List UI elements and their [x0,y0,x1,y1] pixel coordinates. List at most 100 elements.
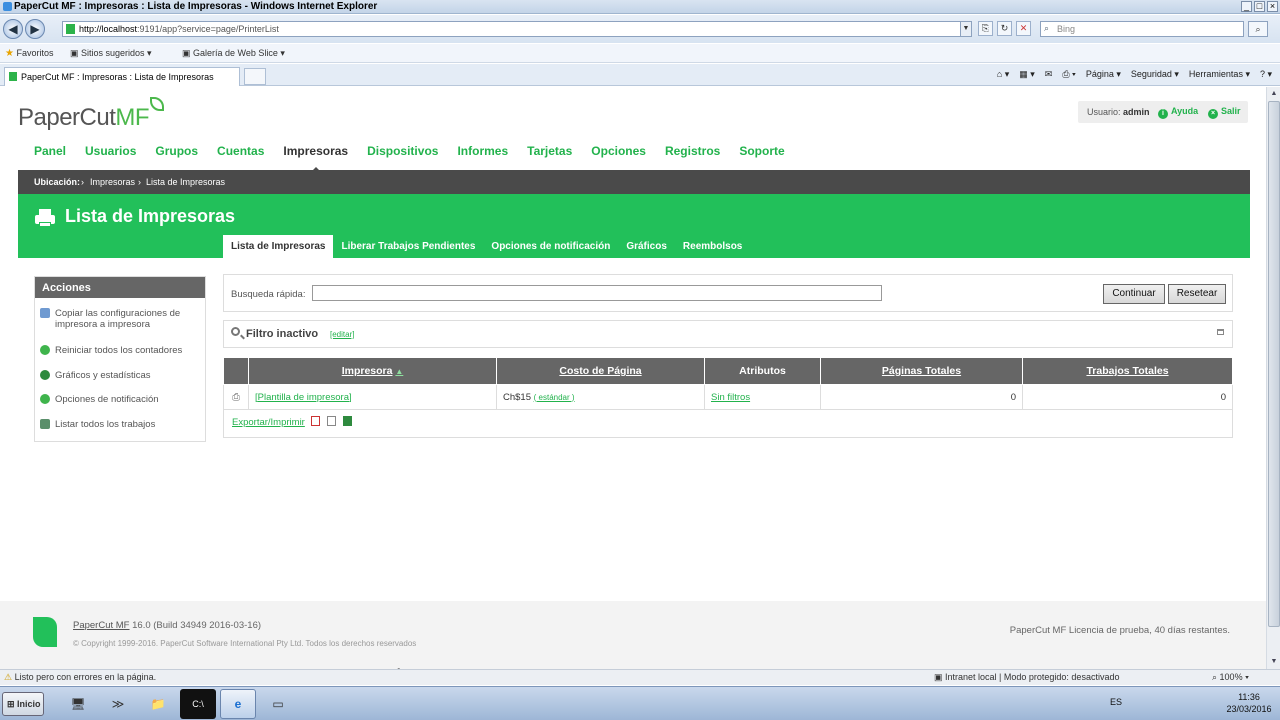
fav-item-label: Sitios sugeridos ▾ [81,48,152,58]
header-total-pages[interactable]: Páginas Totales [820,357,1023,385]
page-footer: PaperCut MF 16.0 (Build 34949 2016-03-16… [0,601,1266,669]
start-button[interactable]: ⊞ Inicio [2,692,44,716]
nav-reports[interactable]: Informes [457,144,508,158]
header-printer[interactable]: Impresora ▲ [248,357,497,385]
header-total-jobs[interactable]: Trabajos Totales [1022,357,1233,385]
table-row: ⎙ [Plantilla de impresora] Ch$15 ( están… [223,384,1233,410]
fav-item-suggested[interactable]: ▣ Sitios sugeridos ▾ [70,48,152,59]
continue-button[interactable]: Continuar [1103,284,1165,304]
search-box[interactable]: ⌕ Bing [1040,21,1244,37]
close-window-button[interactable]: × [1267,1,1278,12]
help-icon[interactable]: ? ▾ [1260,69,1272,80]
mail-icon[interactable]: ✉ [1045,69,1053,80]
action-reset-counters[interactable]: Reiniciar todos los contadores [40,345,182,357]
vertical-scrollbar[interactable]: ▲ ▼ [1266,87,1280,669]
browser-tab-bar: PaperCut MF : Impresoras : Lista de Impr… [0,64,1280,86]
quick-search-input[interactable] [312,285,882,301]
breadcrumb-item-printers[interactable]: Impresoras [90,177,135,187]
taskbar-ie-icon[interactable]: e [220,689,256,719]
tab-favicon [9,72,17,81]
new-tab-button[interactable] [244,68,266,85]
help-link[interactable]: i Ayuda [1158,106,1198,119]
scroll-thumb[interactable] [1268,101,1280,627]
feeds-icon[interactable]: ▦ ▾ [1019,69,1035,80]
scroll-down-icon[interactable]: ▼ [1268,656,1280,668]
tab-charts[interactable]: Gráficos [618,235,675,258]
fav-item-webslice[interactable]: ▣ Galería de Web Slice ▾ [182,48,285,59]
pdf-icon[interactable] [311,416,321,426]
export-print-link[interactable]: Exportar/Imprimir [232,417,305,428]
maximize-button[interactable]: □ [1254,1,1265,12]
product-link[interactable]: PaperCut MF [73,620,130,631]
search-go-button[interactable]: ⌕ [1248,21,1268,37]
nav-devices[interactable]: Dispositivos [367,144,438,158]
security-menu[interactable]: Seguridad ▾ [1131,69,1179,80]
logo-suffix: MF [115,104,150,131]
minimize-button[interactable]: _ [1241,1,1252,12]
attributes-link[interactable]: Sin filtros [711,392,750,403]
collapse-icon[interactable] [1217,329,1224,335]
language-indicator[interactable]: ES [1110,697,1122,707]
header-attributes: Atributos [704,357,821,385]
papercut-logo[interactable]: PaperCutMF [18,104,150,132]
action-notification-options[interactable]: Opciones de notificación [40,394,159,406]
tab-printer-list[interactable]: Lista de Impresoras [223,235,334,258]
nav-logs[interactable]: Registros [665,144,720,158]
breadcrumb: Ubicación: › Impresoras › Lista de Impre… [18,170,1250,194]
home-icon[interactable]: ⌂ ▾ [997,69,1009,80]
clock[interactable]: 11:36 23/03/2016 [1224,691,1274,715]
taskbar-server-manager-icon[interactable]: 🖥 [60,689,96,719]
license-text: PaperCut MF Licencia de prueba, 40 días … [1009,625,1230,636]
taskbar-cmd-icon[interactable]: C:\ [180,689,216,719]
nav-users[interactable]: Usuarios [85,144,136,158]
action-list-jobs[interactable]: Listar todos los trabajos [40,419,155,431]
page-menu[interactable]: Página ▾ [1086,69,1121,80]
header-page-cost[interactable]: Costo de Página [496,357,705,385]
tools-menu[interactable]: Herramientas ▾ [1189,69,1250,80]
refresh-icon[interactable]: ↻ [997,21,1012,36]
notification-icon [40,394,50,404]
zoom-control[interactable]: ⌕ 100% ▾ [1212,672,1249,683]
nav-cards[interactable]: Tarjetas [527,144,572,158]
action-copy-settings[interactable]: Copiar las configuraciones de impresora … [40,308,195,330]
nav-accounts[interactable]: Cuentas [217,144,264,158]
reset-button[interactable]: Resetear [1168,284,1226,304]
url-text[interactable]: http://localhost:9191/app?service=page/P… [79,24,279,34]
forward-button[interactable]: ▶ [25,19,45,39]
address-bar[interactable]: http://localhost:9191/app?service=page/P… [62,21,972,37]
nav-groups[interactable]: Grupos [155,144,198,158]
taskbar-explorer-icon[interactable]: 📁 [140,689,176,719]
nav-printers[interactable]: Impresoras [283,144,348,172]
stop-icon[interactable]: ✕ [1016,21,1031,36]
security-zone[interactable]: ▣ Intranet local | Modo protegido: desac… [934,672,1119,683]
clock-date: 23/03/2016 [1226,704,1272,714]
command-bar: ⌂ ▾ ▦ ▾ ✉ ⎙ ▾ Página ▾ Seguridad ▾ Herra… [997,69,1272,80]
logout-link[interactable]: × Salir [1208,106,1241,119]
tab-refunds[interactable]: Reembolsos [675,235,750,258]
action-charts-stats[interactable]: Gráficos y estadísticas [40,370,151,382]
filter-edit-link[interactable]: [editar] [330,330,354,339]
excel-icon[interactable] [342,416,352,426]
back-button[interactable]: ◀ [3,19,23,39]
compatibility-icon[interactable]: ⎘ [978,21,993,36]
taskbar-powershell-icon[interactable]: ≫ [100,689,136,719]
tab-release-jobs[interactable]: Liberar Trabajos Pendientes [333,235,483,258]
favorites-button[interactable]: ★ Favoritos [5,48,54,59]
main-nav: Panel Usuarios Grupos Cuentas Impresoras… [34,144,804,172]
taskbar-app-icon[interactable]: ▭ [260,689,296,719]
zone-label: Intranet local | Modo protegido: desacti… [945,672,1120,682]
nav-options[interactable]: Opciones [591,144,646,158]
print-icon[interactable]: ⎙ ▾ [1062,69,1075,80]
tab-notification-options[interactable]: Opciones de notificación [483,235,618,258]
address-dropdown-button[interactable]: ▼ [960,22,971,36]
printer-name-link[interactable]: [Plantilla de impresora] [255,392,352,403]
printer-table: Impresora ▲ Costo de Página Atributos Pá… [223,357,1233,410]
header-label: Páginas Totales [881,365,962,377]
action-label: Opciones de notificación [55,394,159,405]
nav-support[interactable]: Soporte [739,144,784,158]
cost-standard-link[interactable]: ( estándar ) [534,393,575,402]
scroll-up-icon[interactable]: ▲ [1268,88,1280,100]
nav-panel[interactable]: Panel [34,144,66,158]
browser-tab[interactable]: PaperCut MF : Impresoras : Lista de Impr… [4,67,240,86]
html-icon[interactable] [327,416,337,426]
